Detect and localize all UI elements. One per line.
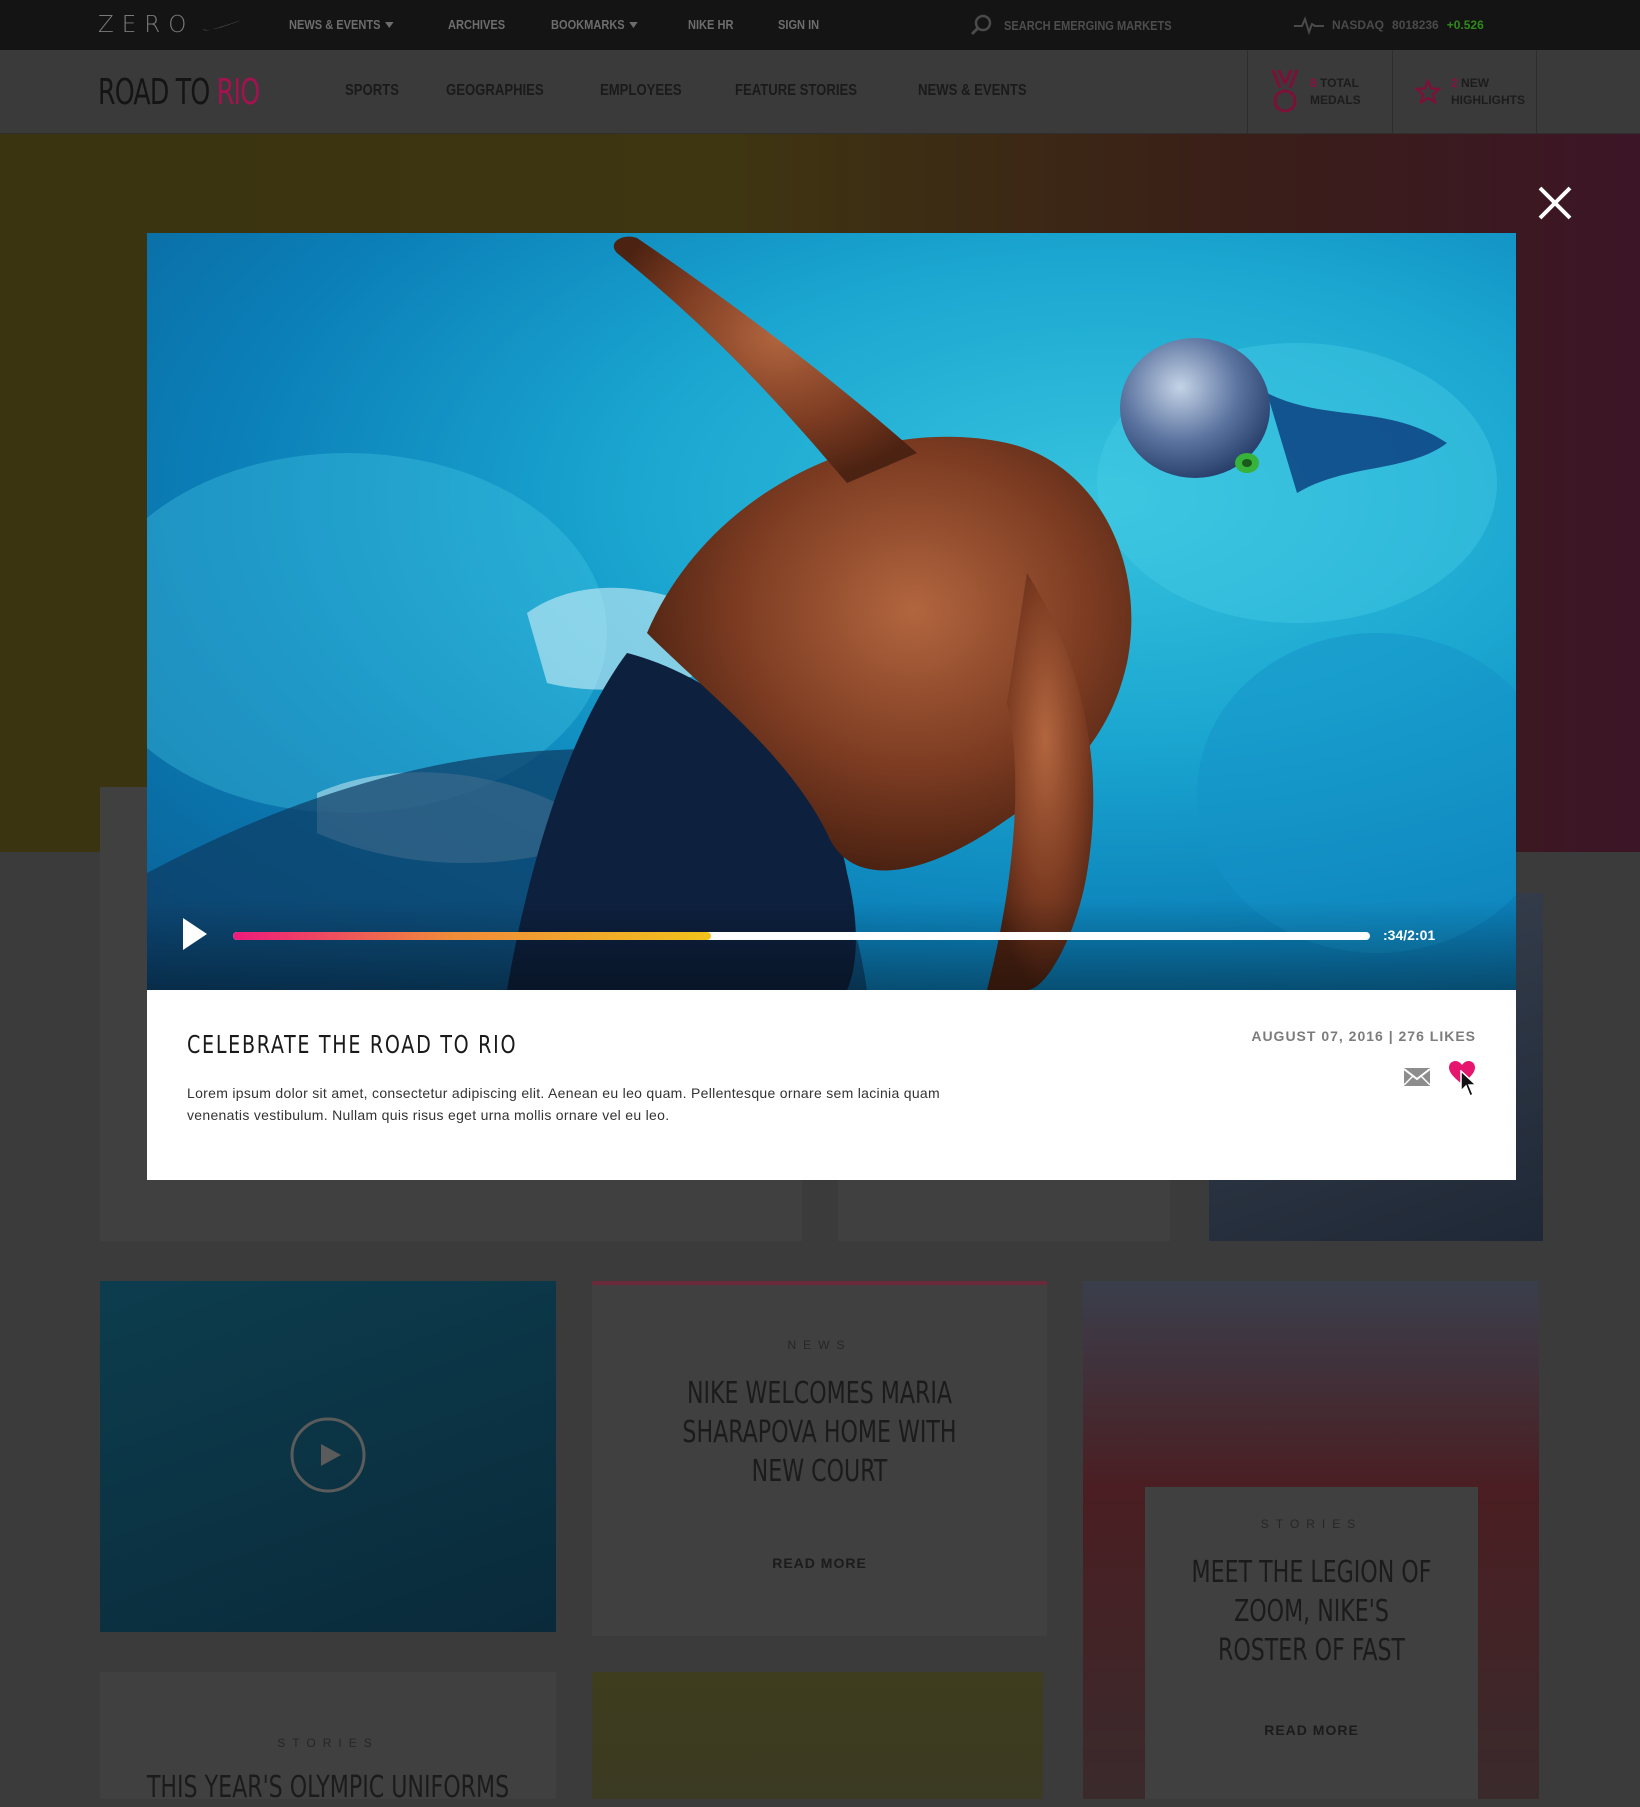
sign-in-link[interactable]: SIGN IN <box>778 17 819 32</box>
nav-feature-stories[interactable]: FEATURE STORIES <box>735 82 857 100</box>
card-kicker: STORIES <box>277 1736 379 1750</box>
utility-nav-label: NEWS & EVENTS <box>289 17 381 32</box>
swoosh-icon <box>202 20 243 31</box>
utility-nav-bookmarks[interactable]: BOOKMARKS <box>550 17 638 32</box>
search-icon <box>970 14 992 36</box>
card-title[interactable]: NIKE WELCOMES MARIA SHARAPOVA HOME WITH … <box>666 1374 974 1491</box>
nav-geographies[interactable]: GEOGRAPHIES <box>446 82 544 100</box>
brand-text: ROAD TO <box>98 72 210 113</box>
card-kicker: NEWS <box>787 1338 852 1352</box>
video-modal: :34/2:01 CELEBRATE THE ROAD TO RIO Lorem… <box>147 233 1516 1180</box>
utility-nav-label: NIKE HR <box>688 17 734 32</box>
medals-line2: MEDALS <box>1310 92 1361 107</box>
highlights-count: 2 <box>1451 75 1458 90</box>
logo-text: ZERO <box>98 12 195 38</box>
modal-meta: AUGUST 07, 2016 | 276 LIKES <box>1251 1028 1476 1044</box>
read-more-link[interactable]: READ MORE <box>592 1555 1047 1571</box>
play-icon[interactable] <box>183 918 207 950</box>
utility-nav-label: SIGN IN <box>777 17 820 32</box>
star-icon <box>1415 78 1441 105</box>
uniforms-card: STORIES THIS YEAR'S OLYMPIC UNIFORMS <box>100 1672 556 1805</box>
like-button[interactable] <box>1448 1060 1478 1098</box>
close-icon <box>1538 186 1572 220</box>
nav-sports[interactable]: SPORTS <box>345 82 399 100</box>
athlete-photo-card[interactable] <box>592 1672 1043 1799</box>
utility-nav-news-events[interactable]: NEWS & EVENTS <box>289 17 394 32</box>
search-input[interactable]: SEARCH EMERGING MARKETS <box>970 14 1201 36</box>
play-circle-icon[interactable] <box>290 1417 366 1493</box>
card-title[interactable]: MEET THE LEGION OF ZOOM, NIKE'S ROSTER O… <box>1191 1553 1432 1670</box>
new-highlights-text: 2 NEW HIGHLIGHTS <box>1451 75 1525 109</box>
ticker-label: NASDAQ <box>1332 18 1385 32</box>
zero-logo[interactable]: ZERO <box>98 12 244 38</box>
highlights-line1: NEW <box>1461 75 1490 90</box>
video-controls: :34/2:01 <box>147 900 1516 990</box>
top-utility-bar: ZERO NEWS & EVENTS ARCHIVES BOOKMARKS NI… <box>0 0 1640 50</box>
new-highlights-stat[interactable]: 2 NEW HIGHLIGHTS <box>1392 50 1537 133</box>
road-to-rio-logo[interactable]: ROAD TO RIO <box>98 72 260 113</box>
card-kicker: STORIES <box>1260 1517 1363 1531</box>
mouse-cursor-icon <box>1460 1070 1478 1098</box>
chevron-down-icon <box>628 21 638 28</box>
medals-count: 8 <box>1310 75 1317 90</box>
modal-details: CELEBRATE THE ROAD TO RIO Lorem ipsum do… <box>147 990 1516 1180</box>
swimmer-video-card[interactable] <box>100 1281 556 1632</box>
email-share-icon[interactable] <box>1404 1068 1430 1086</box>
progress-bar[interactable] <box>233 932 1370 940</box>
main-nav: SPORTS GEOGRAPHIES EMPLOYEES FEATURE STO… <box>345 82 1086 100</box>
medal-icon <box>1271 68 1299 112</box>
ticker-value: 8018236 <box>1392 18 1439 32</box>
chevron-down-icon <box>384 21 394 28</box>
card-title[interactable]: THIS YEAR'S OLYMPIC UNIFORMS <box>141 1768 515 1807</box>
close-modal-button[interactable] <box>1530 178 1580 228</box>
nav-news-events[interactable]: NEWS & EVENTS <box>918 82 1027 100</box>
utility-nav-archives[interactable]: ARCHIVES <box>448 17 505 32</box>
modal-description: Lorem ipsum dolor sit amet, consectetur … <box>187 1085 940 1123</box>
stock-ticker: NASDAQ 8018236 +0.526 <box>1294 15 1484 35</box>
utility-nav-label: BOOKMARKS <box>550 17 625 32</box>
medals-line1: TOTAL <box>1320 75 1359 90</box>
ticker-change: +0.526 <box>1446 18 1484 32</box>
swimmer-video-frame <box>147 236 1516 990</box>
news-card: NEWS NIKE WELCOMES MARIA SHARAPOVA HOME … <box>592 1281 1047 1636</box>
video-time: :34/2:01 <box>1383 927 1436 943</box>
highlights-line2: HIGHLIGHTS <box>1451 92 1525 107</box>
video-player[interactable]: :34/2:01 <box>147 233 1516 990</box>
pulse-icon <box>1294 16 1324 35</box>
modal-actions <box>1404 1060 1478 1098</box>
search-placeholder: SEARCH EMERGING MARKETS <box>1004 17 1172 33</box>
total-medals-text: 8 TOTAL MEDALS <box>1310 75 1361 109</box>
stats-panel: 8 TOTAL MEDALS 2 NEW HIGHLIGHTS <box>1247 50 1537 133</box>
utility-nav-nike-hr[interactable]: NIKE HR <box>688 17 733 32</box>
total-medals-stat[interactable]: 8 TOTAL MEDALS <box>1247 50 1392 133</box>
nav-employees[interactable]: EMPLOYEES <box>600 82 682 100</box>
utility-nav-label: ARCHIVES <box>447 17 505 32</box>
read-more-link[interactable]: READ MORE <box>1145 1722 1478 1738</box>
progress-fill <box>233 932 711 940</box>
modal-title: CELEBRATE THE ROAD TO RIO <box>187 1030 518 1059</box>
utility-nav: NEWS & EVENTS ARCHIVES BOOKMARKS NIKE HR… <box>289 17 862 32</box>
brand-accent-text: RIO <box>216 72 260 113</box>
stories-card: STORIES MEET THE LEGION OF ZOOM, NIKE'S … <box>1145 1487 1478 1799</box>
